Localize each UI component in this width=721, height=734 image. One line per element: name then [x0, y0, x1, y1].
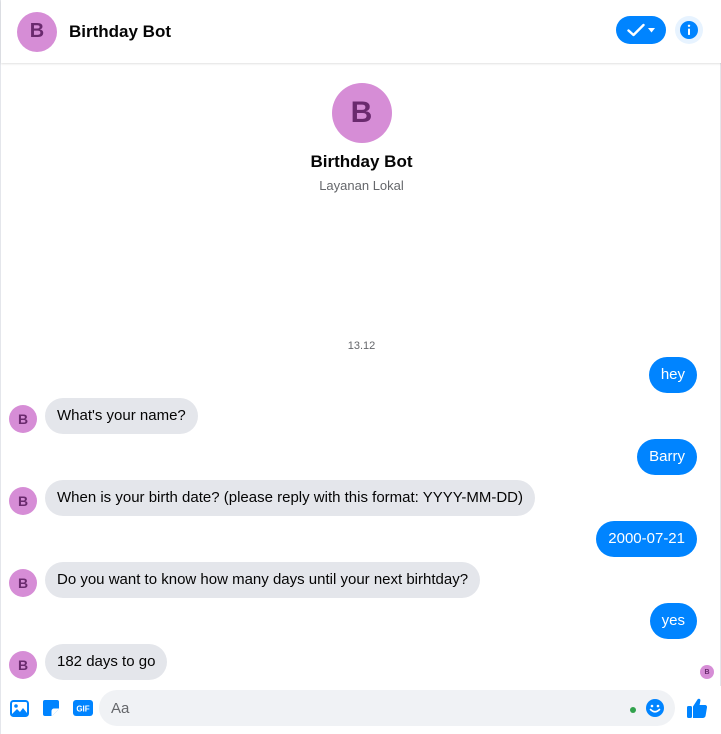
send-gif-button[interactable]: GIF: [73, 698, 93, 718]
seen-indicator-avatar: B: [700, 665, 714, 679]
incoming-message[interactable]: Do you want to know how many days until …: [45, 562, 481, 598]
gif-label: GIF: [76, 705, 89, 714]
bot-avatar[interactable]: B: [9, 651, 37, 679]
message-composer: GIF: [1, 686, 721, 734]
thumbs-up-icon: [687, 698, 708, 718]
outgoing-message[interactable]: 2000-07-21: [596, 521, 697, 557]
message-input[interactable]: [99, 690, 599, 726]
outgoing-message[interactable]: Barry: [637, 439, 697, 475]
send-sticker-button[interactable]: [41, 698, 61, 718]
chevron-down-icon: [648, 27, 655, 32]
incoming-message[interactable]: 182 days to go: [45, 644, 168, 680]
message-timestamp: 13.12: [347, 340, 376, 352]
chat-header: B Birthday Bot: [1, 0, 721, 63]
outgoing-message[interactable]: hey: [648, 357, 697, 393]
bot-avatar[interactable]: B: [9, 569, 37, 597]
info-icon: [680, 21, 698, 39]
bot-avatar[interactable]: B: [9, 487, 37, 515]
chat-window: B Birthday Bot B Birthday Bot Layanan Lo…: [0, 0, 721, 734]
message-input-container: [99, 690, 675, 726]
chat-title[interactable]: Birthday Bot: [69, 22, 171, 42]
header-actions: [616, 16, 703, 44]
sticker-icon: [43, 700, 59, 716]
profile-name: Birthday Bot: [310, 152, 413, 171]
image-icon: [9, 699, 29, 717]
profile-subtitle: Layanan Lokal: [319, 178, 404, 193]
send-photo-button[interactable]: [9, 698, 29, 718]
incoming-message[interactable]: When is your birth date? (please reply w…: [45, 480, 536, 516]
conversation-info-button[interactable]: [675, 16, 703, 44]
emoji-button[interactable]: [645, 698, 665, 718]
gif-icon: GIF: [73, 700, 93, 716]
send-like-button[interactable]: [685, 696, 709, 720]
header-avatar[interactable]: B: [17, 11, 57, 52]
profile-card: B Birthday Bot Layanan Lokal: [1, 83, 721, 193]
profile-avatar[interactable]: B: [331, 83, 392, 143]
outgoing-message[interactable]: yes: [649, 603, 697, 639]
bot-avatar[interactable]: B: [9, 405, 37, 433]
smiley-icon: [646, 699, 664, 717]
incoming-message[interactable]: What's your name?: [45, 398, 198, 434]
checkmark-icon: [627, 23, 645, 37]
active-status-dot: [630, 707, 636, 713]
mark-done-button[interactable]: [616, 16, 666, 44]
